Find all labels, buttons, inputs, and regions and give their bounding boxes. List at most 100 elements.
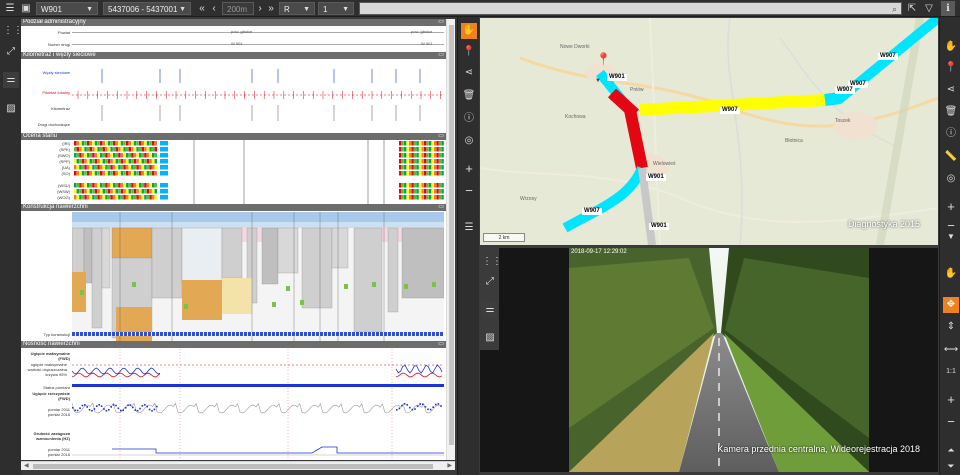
locate-icon[interactable]: ◎ [461, 133, 477, 149]
section-header-state[interactable]: Ocena stanu ▭ ☰ [21, 133, 455, 140]
vertical-scrollbar[interactable] [446, 19, 455, 460]
image-icon[interactable]: ▨ [482, 330, 498, 346]
state-cell [421, 165, 424, 170]
state-cell [76, 165, 79, 170]
place-label: Wrzosy [520, 196, 537, 202]
rewind-fast-icon[interactable]: « [195, 1, 209, 16]
map-credit: Diagnostyka 2015 [847, 219, 920, 229]
scroll-right-icon[interactable]: ▶ [447, 462, 452, 471]
info-icon[interactable]: ⓘ [943, 126, 959, 142]
state-cell [120, 189, 124, 194]
state-cell [118, 141, 121, 146]
map-view[interactable]: ▼ W901 W907 W907 W907 W907 W901 W907 W90… [480, 18, 938, 245]
scroll-left-icon[interactable]: ◀ [24, 462, 29, 471]
row-label-chainage: Kilometraż [51, 106, 70, 111]
real-deflection-point [86, 406, 88, 408]
grid-icon[interactable]: ⋮⋮ [482, 254, 502, 270]
section-header-admin[interactable]: Podział administracyjny ▭ ☰ [21, 19, 455, 26]
state-cell [131, 147, 134, 152]
trash-icon[interactable]: 🗑 [461, 88, 477, 104]
state-cell [97, 159, 100, 164]
road-label: W907 [878, 53, 898, 60]
state-cell [146, 165, 150, 170]
rewind-icon[interactable]: ‹ [209, 1, 219, 16]
pin-icon[interactable]: 📍 [943, 60, 959, 76]
scroll-down-icon[interactable]: ⏷ [943, 458, 959, 474]
section-header-capacity[interactable]: Nośność nawierzchni ▭ ☰ [21, 341, 455, 348]
state-cell [97, 165, 100, 170]
trash-icon[interactable]: 🗑 [943, 104, 959, 120]
state-cell [154, 141, 157, 146]
scroll-thumb[interactable] [449, 25, 454, 445]
state-cell [79, 159, 82, 164]
search-input[interactable]: ⌕ [359, 2, 902, 15]
share-icon[interactable]: ⋖ [461, 65, 477, 81]
horizontal-scrollbar[interactable]: ◀ ▶ [21, 461, 455, 470]
state-cell [89, 165, 92, 170]
zoom-out-icon[interactable]: − [943, 414, 959, 430]
logo-icon[interactable]: ℹ [941, 1, 955, 16]
menu-icon[interactable]: ☰ [3, 1, 17, 16]
locate-icon[interactable]: ◎ [943, 171, 959, 187]
fit-icon[interactable]: ⤢ [482, 274, 498, 290]
section-header-construction[interactable]: Konstrukcja nawierzchni ▭ ☰ [21, 204, 455, 211]
state-cell [92, 153, 95, 158]
sliders-icon[interactable]: ⚌ [3, 72, 19, 88]
pin-icon[interactable]: 📍 [461, 44, 477, 60]
state-cell [131, 141, 134, 146]
height-icon[interactable]: ⇕ [943, 319, 959, 335]
zoom-in-icon[interactable]: + [943, 199, 959, 215]
scroll-thumb[interactable] [33, 464, 433, 469]
state-cell [409, 159, 412, 164]
state-cell [107, 147, 111, 152]
export-icon[interactable]: ⇱ [905, 1, 919, 16]
hand-icon[interactable]: ✋ [943, 39, 959, 55]
state-cell [74, 141, 77, 146]
location-pin-icon[interactable]: 📍 [596, 52, 611, 66]
zoom-in-icon[interactable]: + [461, 161, 477, 177]
distance-field[interactable]: 200m [222, 2, 254, 15]
legend-year: pomiar 2018 [47, 452, 70, 457]
road-label: W901 [607, 74, 627, 81]
sliders-icon[interactable]: ⚌ [482, 302, 498, 318]
ruler-icon[interactable]: 📏 [943, 149, 959, 165]
width-icon[interactable]: ⟷ [943, 342, 959, 358]
grid-icon[interactable]: ⋮⋮ [3, 23, 23, 39]
legend-curve: krzywa 95% [45, 372, 67, 377]
camera-view[interactable]: ⋮⋮ ⤢ ⚌ ▨ 2018-09-17 12:29:02 Kamera prze… [480, 248, 938, 472]
direction-select[interactable]: R ▼ [279, 2, 315, 15]
state-cell [144, 171, 147, 176]
state-row-label: (SPK) [59, 147, 70, 152]
image-icon[interactable]: ▨ [3, 101, 19, 117]
map-canvas[interactable]: ▼ [480, 18, 938, 245]
camera-frame[interactable]: 2018-09-17 12:29:02 [569, 248, 869, 472]
segment-select[interactable]: 5437006 - 5437001 ▼ [103, 2, 191, 15]
zoom-in-icon[interactable]: + [943, 392, 959, 408]
state-cell [431, 153, 434, 158]
road-select[interactable]: W901 ▼ [36, 2, 98, 15]
scroll-up-icon[interactable]: ⏶ [943, 442, 959, 458]
actual-size-icon[interactable]: 1:1 [943, 364, 959, 380]
forward-fast-icon[interactable]: » [264, 1, 278, 16]
hand-icon[interactable]: ✋ [943, 266, 959, 282]
state-cell [406, 183, 409, 188]
state-cell [115, 153, 118, 158]
state-cell [401, 171, 404, 176]
list-icon[interactable]: ☰ [461, 220, 477, 236]
lane-select[interactable]: 1 ▼ [318, 2, 354, 15]
panel-toggle-icon[interactable]: ▣ [19, 1, 33, 16]
state-cell [424, 165, 427, 170]
state-cell [429, 141, 432, 146]
hand-icon[interactable]: ✋ [461, 23, 477, 39]
share-icon[interactable]: ⋖ [943, 82, 959, 98]
chevron-down-icon[interactable]: ▼ [943, 229, 959, 245]
state-cell [133, 171, 137, 176]
state-cell [436, 147, 439, 152]
section-header-km[interactable]: Kilometraż i węzły sieciowe ▭ ☰ [21, 52, 455, 59]
move-icon[interactable]: ✥ [943, 297, 959, 313]
zoom-out-icon[interactable]: − [461, 183, 477, 199]
fit-icon[interactable]: ⤢ [3, 44, 19, 60]
info-icon[interactable]: ⓘ [461, 111, 477, 127]
state-cell [102, 195, 105, 200]
filter-icon[interactable]: ▽ [922, 1, 936, 16]
